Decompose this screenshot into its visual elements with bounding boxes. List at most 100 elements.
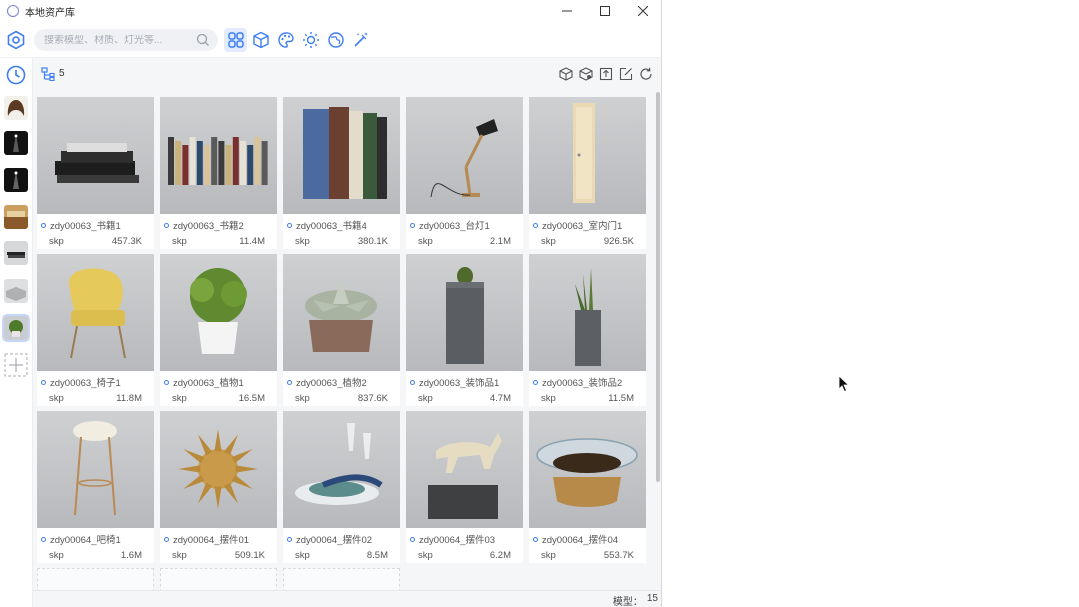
- model-type-icon: [164, 379, 169, 385]
- books-thumbnail-icon: [7, 252, 25, 258]
- asset-card[interactable]: zdy00063_装饰品2 skp 11.5M: [529, 254, 646, 406]
- globe-icon: [327, 32, 344, 48]
- tab-environment[interactable]: [324, 28, 347, 52]
- refresh-icon: [640, 67, 652, 80]
- asset-card[interactable]: zdy00063_植物2 skp 837.6K: [283, 254, 400, 406]
- tab-light[interactable]: [299, 28, 322, 52]
- asset-thumbnail[interactable]: [406, 254, 523, 371]
- scrollbar-thumb[interactable]: [656, 92, 660, 482]
- asset-thumbnail[interactable]: [160, 254, 277, 371]
- asset-card[interactable]: zdy00064_摆件02 skp 8.5M: [283, 411, 400, 563]
- asset-thumbnail[interactable]: [529, 97, 646, 214]
- loading-card-placeholder: [37, 568, 154, 592]
- asset-thumbnail[interactable]: [529, 254, 646, 371]
- asset-size: 837.6K: [357, 393, 388, 404]
- asset-format: skp: [418, 393, 433, 404]
- asset-card[interactable]: zdy00063_椅子1 skp 11.8M: [37, 254, 154, 406]
- model-type-icon: [410, 222, 415, 228]
- asset-card[interactable]: zdy00063_装饰品1 skp 4.7M: [406, 254, 523, 406]
- asset-card[interactable]: zdy00064_摆件04 skp 553.7K: [529, 411, 646, 563]
- asset-thumbnail[interactable]: [160, 411, 277, 528]
- minimize-button[interactable]: [548, 0, 586, 22]
- spotlight-thumbnail-icon: [13, 171, 19, 189]
- asset-card[interactable]: zdy00063_台灯1 skp 2.1M: [406, 97, 523, 249]
- magic-wand-icon: [353, 32, 368, 47]
- tab-model-group[interactable]: [224, 28, 247, 52]
- maximize-button[interactable]: [586, 0, 624, 22]
- asset-thumbnail[interactable]: [406, 97, 523, 214]
- asset-name: zdy00063_台灯1: [419, 221, 490, 232]
- add-icon: [4, 353, 28, 377]
- sidebar-item-recent[interactable]: [4, 63, 28, 87]
- tab-magic[interactable]: [349, 28, 372, 52]
- model-type-icon: [410, 536, 415, 542]
- asset-format: skp: [541, 550, 556, 561]
- asset-name: zdy00064_吧椅1: [50, 535, 121, 546]
- asset-thumbnail[interactable]: [283, 411, 400, 528]
- model-count-value: 15: [646, 593, 658, 604]
- asset-card[interactable]: zdy00063_书籍4 skp 380.1K: [283, 97, 400, 249]
- asset-thumbnail[interactable]: [37, 411, 154, 528]
- tab-material[interactable]: [274, 28, 297, 52]
- asset-name: zdy00064_摆件02: [296, 535, 373, 546]
- asset-card[interactable]: zdy00063_植物1 skp 16.5M: [160, 254, 277, 406]
- asset-thumbnail[interactable]: [160, 97, 277, 214]
- item-count: 5: [59, 68, 65, 79]
- tab-cube[interactable]: [249, 28, 272, 52]
- asset-thumbnail[interactable]: [529, 411, 646, 528]
- search-input[interactable]: [44, 34, 194, 46]
- asset-thumbnail[interactable]: [406, 411, 523, 528]
- search-box[interactable]: [34, 29, 218, 51]
- sidebar-item-plant[interactable]: [2, 314, 30, 342]
- import-cube-button[interactable]: [578, 66, 594, 82]
- model-group-icon: [227, 32, 244, 48]
- asset-card[interactable]: zdy00064_摆件01 skp 509.1K: [160, 411, 277, 563]
- loading-card-placeholder: [283, 568, 400, 592]
- sidebar-add-button[interactable]: [4, 353, 28, 377]
- asset-name: zdy00063_书籍4: [296, 221, 367, 232]
- model-type-icon: [41, 379, 46, 385]
- edit-icon: [619, 67, 633, 81]
- export-cube-button[interactable]: [558, 66, 574, 82]
- asset-card[interactable]: zdy00064_摆件03 skp 6.2M: [406, 411, 523, 563]
- asset-name: zdy00063_椅子1: [50, 378, 121, 389]
- edit-button[interactable]: [618, 66, 634, 82]
- asset-thumbnail[interactable]: [283, 254, 400, 371]
- asset-card[interactable]: zdy00063_书籍2 skp 11.4M: [160, 97, 277, 249]
- loading-card-placeholder: [160, 568, 277, 592]
- hexagon-settings-icon: [7, 30, 25, 50]
- tree-structure-icon[interactable]: [41, 67, 55, 81]
- asset-thumbnail[interactable]: [37, 254, 154, 371]
- asset-card[interactable]: zdy00063_书籍1 skp 457.3K: [37, 97, 154, 249]
- asset-size: 509.1K: [234, 550, 265, 561]
- import-cube-icon: [579, 67, 593, 81]
- asset-size: 4.7M: [489, 393, 511, 404]
- sidebar-item-light-2[interactable]: [4, 168, 28, 192]
- asset-name: zdy00063_书籍1: [50, 221, 121, 232]
- sidebar-item-light-1[interactable]: [4, 131, 28, 155]
- sidebar-item-hair[interactable]: [4, 96, 28, 120]
- refresh-button[interactable]: [638, 66, 654, 82]
- sidebar-item-room[interactable]: [4, 205, 28, 229]
- asset-thumbnail[interactable]: [283, 97, 400, 214]
- sidebar-item-books[interactable]: [4, 241, 28, 265]
- close-button[interactable]: [624, 0, 661, 22]
- upload-icon: [599, 67, 613, 81]
- model-type-icon: [41, 536, 46, 542]
- model-type-icon: [164, 222, 169, 228]
- asset-format: skp: [172, 393, 187, 404]
- upload-button[interactable]: [598, 66, 614, 82]
- settings-button[interactable]: [6, 30, 26, 50]
- asset-card[interactable]: zdy00063_室内门1 skp 926.5K: [529, 97, 646, 249]
- sidebar-item-slab[interactable]: [4, 279, 28, 303]
- title-bar[interactable]: 本地资产库: [0, 0, 661, 22]
- search-icon[interactable]: [196, 33, 210, 47]
- plant-thumbnail-icon: [9, 320, 23, 337]
- model-type-icon: [287, 379, 292, 385]
- grid-scrollbar[interactable]: [655, 92, 661, 588]
- model-count-label: 模型：: [612, 597, 643, 607]
- export-cube-icon: [559, 67, 573, 81]
- asset-thumbnail[interactable]: [37, 97, 154, 214]
- asset-format: skp: [295, 236, 310, 247]
- asset-card[interactable]: zdy00064_吧椅1 skp 1.6M: [37, 411, 154, 563]
